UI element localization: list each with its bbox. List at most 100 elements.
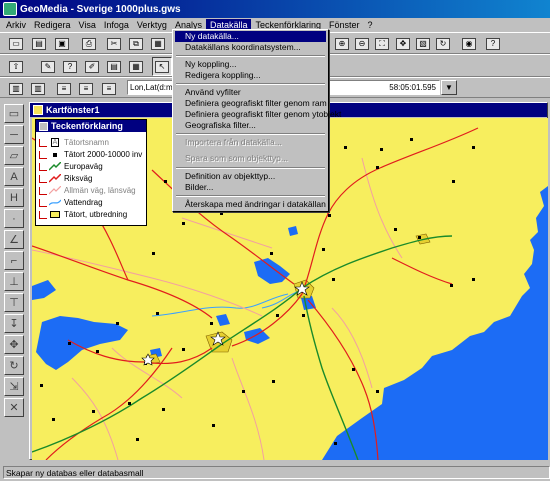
upload-button[interactable]: ⇧ [6, 57, 26, 76]
visibility-icon[interactable] [38, 150, 47, 159]
legend-entry-label: Tätort 2000-10000 inv [64, 150, 143, 159]
feature-info-button[interactable]: ? [60, 57, 80, 76]
select-icon[interactable]: ▭ [4, 104, 24, 123]
coordinate-dropdown-button[interactable]: ▼ [441, 80, 457, 95]
status-text: Skapar ny databas eller databasmall [3, 466, 550, 479]
grid-tool-1-button[interactable]: ▥ [6, 79, 26, 98]
menu-item-datasource-coordsys[interactable]: Datakällans koordinatsystem... [175, 42, 326, 53]
refresh-button[interactable]: ↻ [433, 34, 453, 53]
pan-button[interactable]: ✥ [393, 34, 413, 53]
text-icon[interactable]: A [4, 167, 24, 186]
context-help-button[interactable]: ? [483, 34, 503, 53]
save-icon: ▣ [55, 37, 69, 50]
point-symbol-icon [49, 150, 61, 159]
menu-item-restore-changes[interactable]: Återskapa med ändringar i datakällan [175, 199, 326, 210]
paste-button[interactable]: ▦ [148, 34, 168, 53]
snap-icon[interactable]: ✥ [4, 335, 24, 354]
pointer-icon: ↖ [155, 60, 169, 73]
map-window-title: Kartfönster1 [46, 105, 100, 115]
menu-item-edit-join[interactable]: Redigera koppling... [175, 70, 326, 81]
align-tool-1-button[interactable]: ≡ [54, 79, 74, 98]
align-tool-3-button[interactable]: ≡ [99, 79, 119, 98]
menu-item-new-datasource[interactable]: Ny datakälla... [175, 31, 326, 42]
move-icon[interactable]: ↧ [4, 314, 24, 333]
draw-line-icon[interactable]: ∠ [4, 230, 24, 249]
blue-line-symbol-icon [49, 198, 61, 207]
cut-button[interactable]: ✂ [104, 34, 124, 53]
properties-button[interactable]: ▧ [413, 34, 433, 53]
menu-item-filter-by-frame[interactable]: Definiera geografiskt filter genom ram [175, 98, 327, 109]
legend-entry[interactable]: Allmän väg, länsväg [38, 185, 146, 196]
align-tool-2-button[interactable]: ≡ [76, 79, 96, 98]
menu-item-use-view-filter[interactable]: Använd vyfilter [175, 87, 326, 98]
menu-item-feature-class-definition[interactable]: Definition av objekttyp... [175, 171, 326, 182]
chevron-down-icon: ▼ [445, 83, 453, 92]
open-workspace-button[interactable]: ▤ [29, 34, 49, 53]
layer-icon: ▤ [107, 60, 121, 73]
globe-button[interactable]: ◉ [459, 34, 479, 53]
polygon-icon[interactable]: ▱ [4, 146, 24, 165]
tool-6-button[interactable]: ▦ [126, 57, 146, 76]
fit-all-icon: ⛶ [375, 37, 389, 50]
visibility-icon[interactable] [38, 210, 47, 219]
legend-entry[interactable]: Tätort 2000-10000 inv [38, 149, 146, 160]
insert-feature-button[interactable]: ✎ [38, 57, 58, 76]
legend-entry[interactable]: Vattendrag [38, 197, 146, 208]
globe-icon: ◉ [462, 37, 476, 50]
visibility-icon[interactable] [38, 138, 47, 147]
split-icon[interactable]: ⊤ [4, 293, 24, 312]
new-workspace-button[interactable]: ▭ [6, 34, 26, 53]
line-icon[interactable]: ─ [4, 125, 24, 144]
zoom-out-icon: ⊖ [355, 37, 369, 50]
menu-fonster[interactable]: Fönster [325, 19, 364, 32]
fit-all-button[interactable]: ⛶ [372, 34, 392, 53]
zoom-out-button[interactable]: ⊖ [352, 34, 372, 53]
zoom-in-button[interactable]: ⊕ [332, 34, 352, 53]
menu-item-geographic-filters[interactable]: Geografiska filter... [175, 120, 326, 131]
legend-entry[interactable]: Tätort, utbredning [38, 209, 146, 220]
window-titlebar[interactable]: GeoMedia - Sverige 1000plus.gws [0, 0, 550, 18]
legend-entry[interactable]: Riksväg [38, 173, 146, 184]
tool-4-button[interactable]: ✐ [82, 57, 102, 76]
break-icon[interactable]: ⊥ [4, 272, 24, 291]
label-icon[interactable]: H [4, 188, 24, 207]
legend-title: Teckenförklaring [51, 121, 123, 131]
menu-infoga[interactable]: Infoga [100, 19, 133, 32]
menu-visa[interactable]: Visa [75, 19, 100, 32]
legend-entry[interactable]: Europaväg [38, 161, 146, 172]
menu-item-images[interactable]: Bilder... [175, 182, 326, 193]
legend-titlebar[interactable]: Teckenförklaring [36, 120, 146, 132]
table-icon: ▦ [129, 60, 143, 73]
menu-arkiv[interactable]: Arkiv [2, 19, 30, 32]
legend-window-icon [39, 121, 48, 131]
window-title: GeoMedia - Sverige 1000plus.gws [20, 3, 181, 15]
visibility-icon[interactable] [38, 186, 47, 195]
grid-icon-2: ▥ [31, 82, 45, 95]
copy-button[interactable]: ⧉ [126, 34, 146, 53]
legend-entry-label: Tätort, utbredning [64, 210, 128, 219]
menu-item-filter-by-area[interactable]: Definiera geografiskt filter genom ytobj… [175, 109, 341, 120]
menu-verktyg[interactable]: Verktyg [133, 19, 171, 32]
grid-tool-2-button[interactable]: ▥ [28, 79, 48, 98]
map-window-icon [33, 105, 43, 115]
legend-entry[interactable]: A Tätortsnamn [38, 137, 146, 148]
visibility-icon[interactable] [38, 174, 47, 183]
left-toolbar: ▭ ─ ▱ A H · ∠ ⌐ ⊥ ⊤ ↧ ✥ ↻ ⇲ ✕ [0, 100, 27, 464]
visibility-icon[interactable] [38, 162, 47, 171]
vertex-icon[interactable]: ⌐ [4, 251, 24, 270]
menu-redigera[interactable]: Redigera [30, 19, 75, 32]
select-tool-button[interactable]: ↖ [152, 57, 172, 76]
menu-help[interactable]: ? [364, 19, 377, 32]
tool-5-button[interactable]: ▤ [104, 57, 124, 76]
rotate-icon[interactable]: ↻ [4, 356, 24, 375]
menu-item-new-join[interactable]: Ny koppling... [175, 59, 326, 70]
visibility-icon[interactable] [38, 198, 47, 207]
print-button[interactable]: ⎙ [79, 34, 99, 53]
edit-icon: ✐ [85, 60, 99, 73]
grid-icon: ▥ [9, 82, 23, 95]
cut-icon: ✂ [107, 37, 121, 50]
save-button[interactable]: ▣ [52, 34, 72, 53]
trim-icon[interactable]: ⇲ [4, 377, 24, 396]
point-icon[interactable]: · [4, 209, 24, 228]
delete-icon[interactable]: ✕ [4, 398, 24, 417]
